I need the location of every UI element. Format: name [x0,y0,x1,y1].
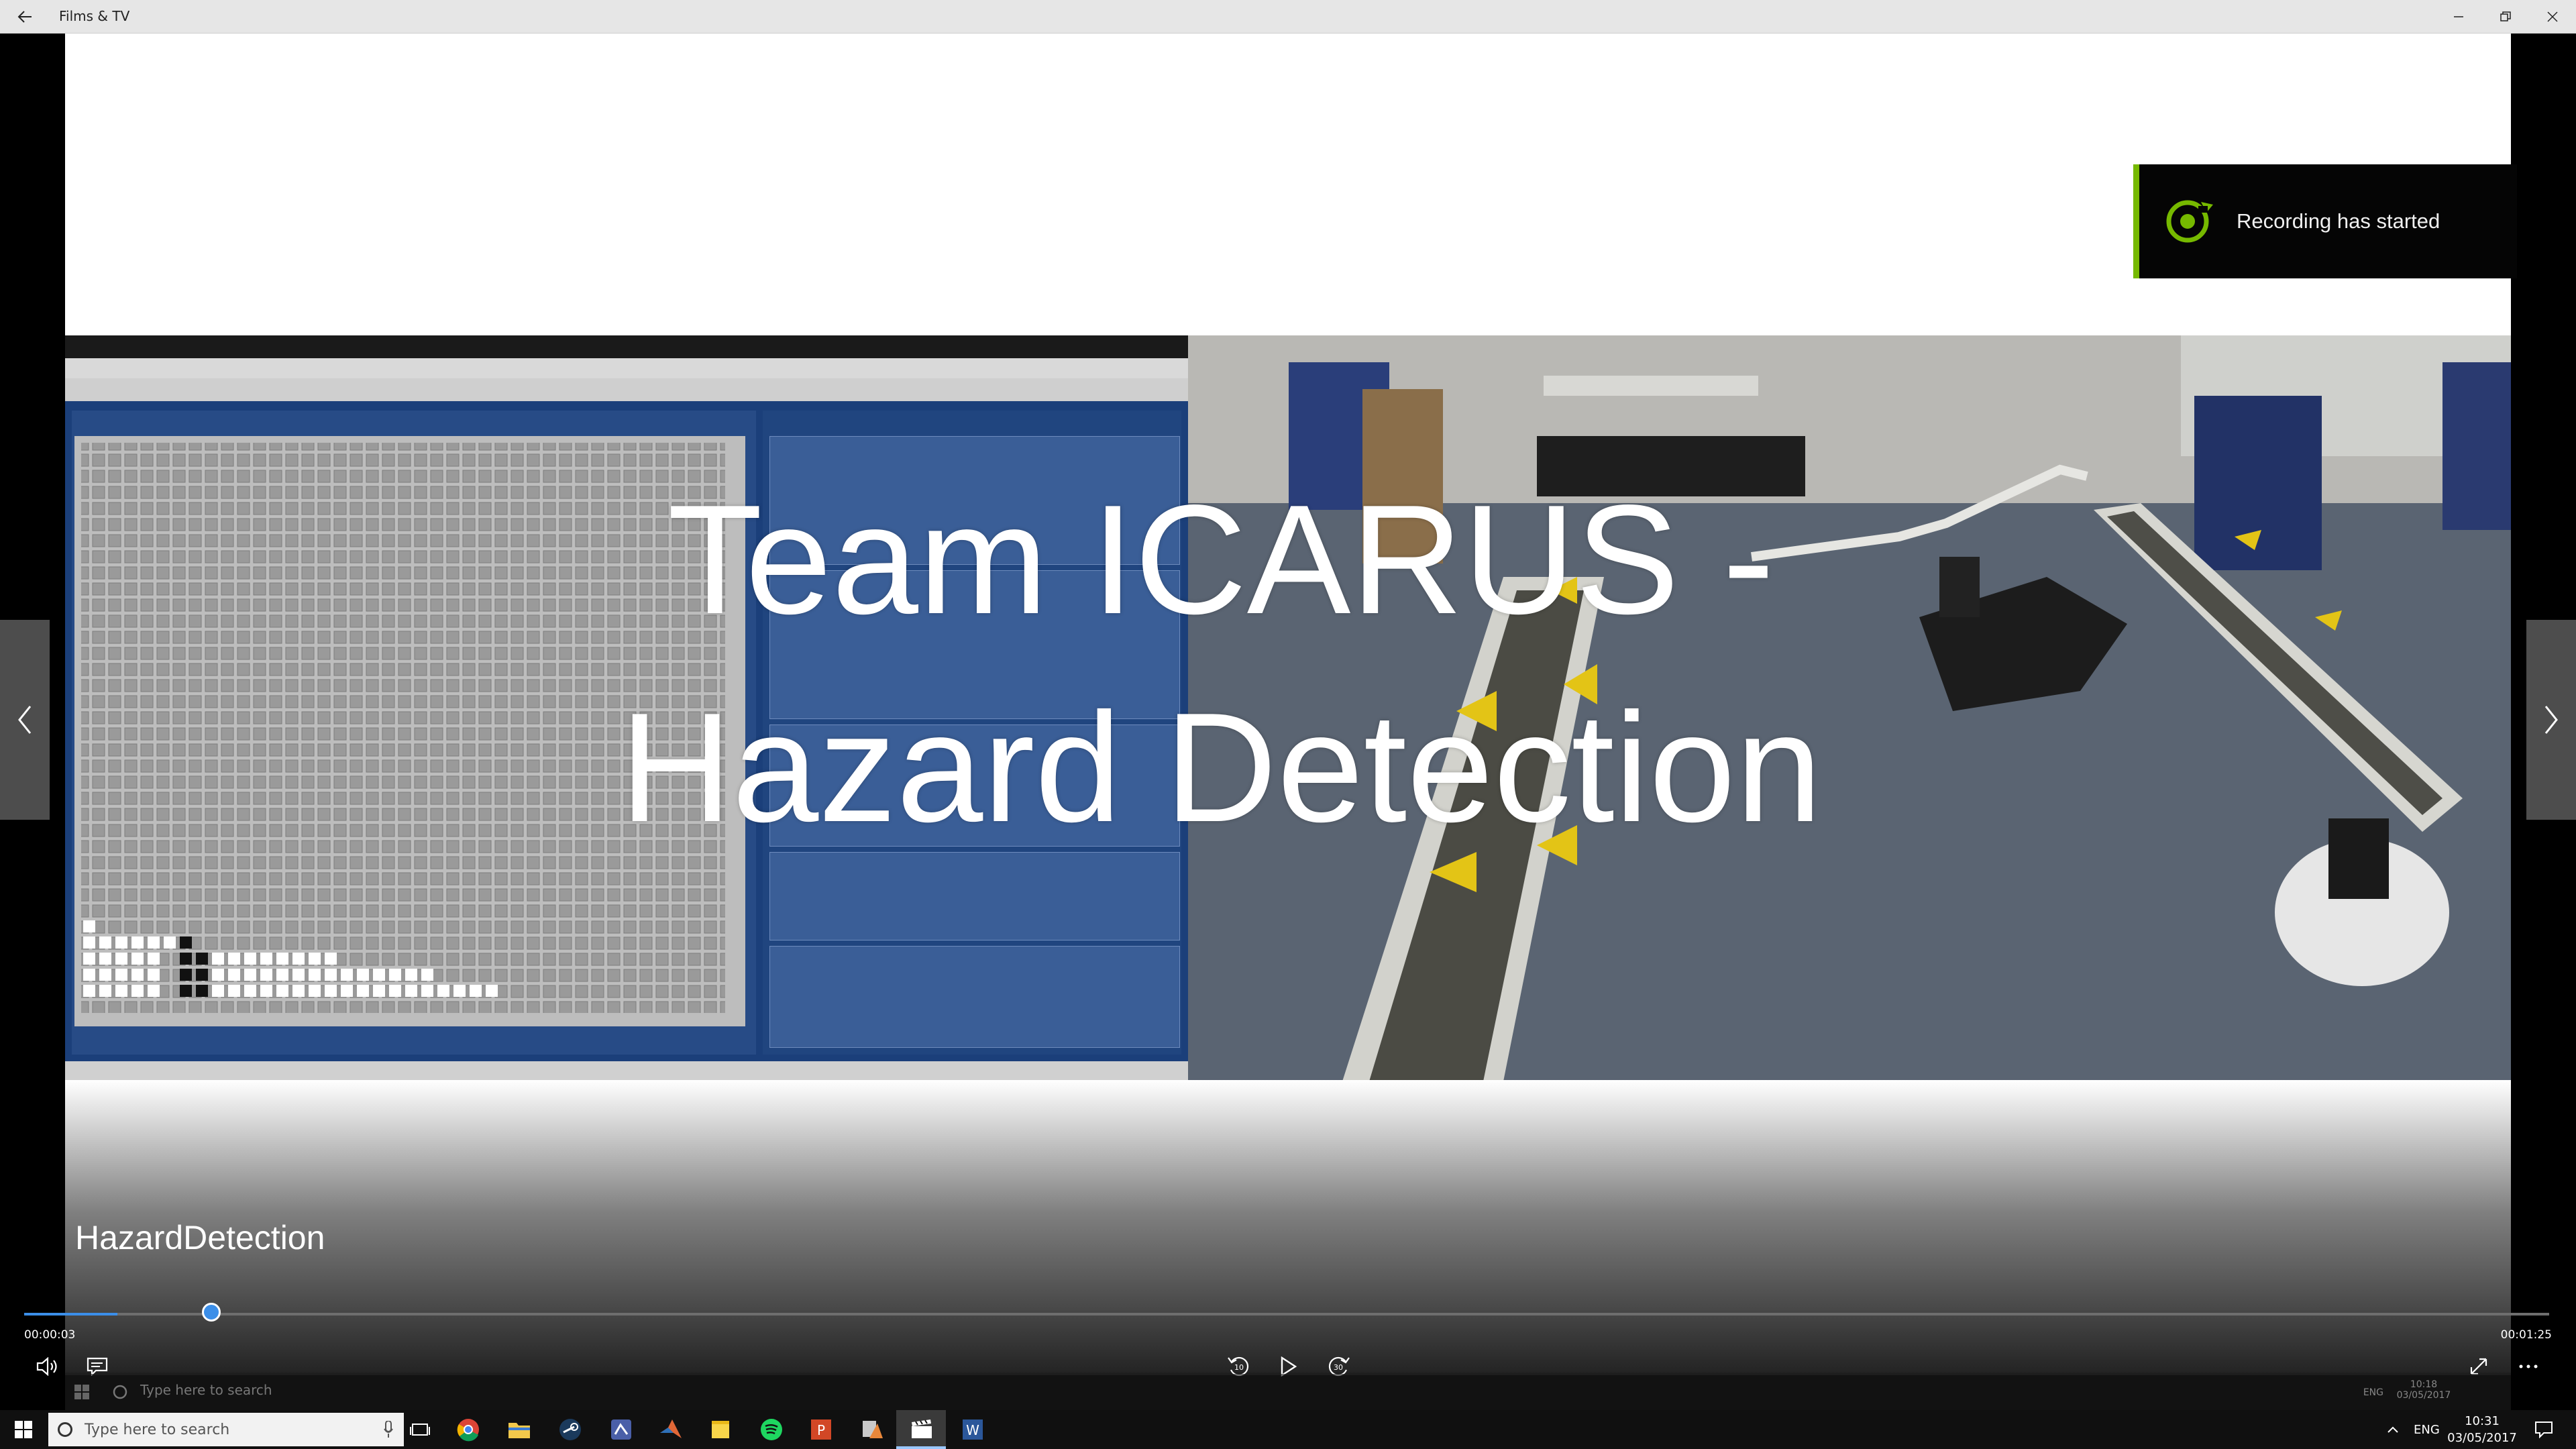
minimize-button[interactable] [2435,0,2482,33]
volume-button[interactable] [31,1350,64,1383]
inner-date: 03/05/2017 [2396,1390,2451,1401]
controls-gradient [65,1080,2511,1375]
taskbar-steam[interactable] [555,1415,585,1444]
search-placeholder: Type here to search [85,1421,230,1438]
inner-search-icon [113,1385,127,1399]
cortana-icon [58,1422,72,1437]
taskbar-powerpoint[interactable]: P [806,1415,836,1444]
next-button[interactable] [2526,620,2576,820]
previous-button[interactable] [0,620,50,820]
microphone-icon[interactable] [384,1421,393,1438]
captions-icon [87,1357,108,1376]
volume-icon [36,1357,57,1376]
more-options-button[interactable] [2512,1350,2545,1383]
folder-icon [508,1423,530,1438]
svg-text:P: P [817,1422,825,1438]
taskbar-chrome[interactable] [453,1415,483,1444]
taskbar-films-tv[interactable] [907,1415,936,1444]
taskbar: Type here to search P W ENG 10:31 03/05/… [0,1410,2576,1449]
video-embedded-taskbar: Type here to search ENG 10:18 03/05/2017 [65,1374,2511,1410]
recording-toast: Recording has started [2133,164,2517,278]
record-icon [2166,200,2213,243]
chevron-up-icon [2387,1426,2398,1433]
language-indicator[interactable]: ENG [2414,1410,2440,1449]
more-icon [2519,1364,2538,1368]
taskbar-app-2[interactable] [857,1415,887,1444]
steam-icon [559,1419,581,1440]
spotify-icon [761,1419,782,1440]
back-button[interactable] [9,0,40,33]
notification-icon [2535,1421,2553,1438]
inner-lang: ENG [2363,1387,2383,1398]
title-bar: Films & TV [0,0,2576,34]
toast-text: Recording has started [2237,209,2440,233]
close-button[interactable] [2529,0,2576,33]
restore-icon [2500,11,2511,21]
restore-button[interactable] [2482,0,2529,33]
taskbar-file-explorer[interactable] [504,1415,534,1444]
taskbar-search-box[interactable]: Type here to search [48,1413,404,1446]
minimize-icon [2454,15,2463,17]
tray-overflow[interactable] [2387,1410,2399,1449]
taskbar-app[interactable] [606,1415,636,1444]
clock-date: 03/05/2017 [2447,1431,2517,1445]
taskbar-spotify[interactable] [757,1415,786,1444]
current-time: 00:00:03 [24,1328,76,1342]
start-button[interactable] [0,1410,47,1449]
sticky-notes-icon [712,1421,729,1438]
skip-back-label: 10 [1234,1363,1244,1372]
window-title: Films & TV [59,8,130,24]
taskbar-clock[interactable]: 10:31 03/05/2017 [2442,1413,2522,1446]
powerpoint-icon: P [811,1419,831,1440]
taskbar-matlab[interactable] [656,1415,686,1444]
taskbar-sticky-notes[interactable] [706,1415,735,1444]
svg-text:W: W [966,1422,979,1438]
chrome-icon [457,1419,479,1442]
inner-time: 10:18 [2410,1379,2438,1390]
windows-logo-icon [15,1421,32,1438]
action-center-button[interactable] [2530,1410,2557,1449]
back-arrow-icon [17,10,32,23]
seek-progress [24,1313,118,1316]
clock-time: 10:31 [2465,1414,2500,1428]
app-icon [611,1419,631,1440]
seek-bar[interactable] [24,1303,2549,1322]
close-icon [2547,11,2558,22]
app-2-icon [863,1421,883,1438]
skip-forward-label: 30 [1334,1363,1343,1372]
chevron-left-icon [18,706,32,734]
word-icon: W [963,1419,983,1440]
media-name: HazardDetection [75,1219,325,1256]
films-tv-icon [912,1419,932,1438]
overlay-title-line-1: Team ICARUS - [667,473,1775,647]
overlay-title-line-2: Hazard Detection [619,681,1823,855]
video-overlay-title: Team ICARUS - Hazard Detection [0,456,2442,872]
task-view-button[interactable] [405,1415,435,1444]
chevron-right-icon [2544,706,2558,734]
total-time: 00:01:25 [2500,1328,2552,1342]
matlab-icon [660,1419,682,1438]
taskbar-word[interactable]: W [958,1415,987,1444]
inner-windows-icon [74,1385,89,1399]
inner-search-placeholder: Type here to search [140,1382,272,1398]
task-view-icon [410,1424,430,1436]
